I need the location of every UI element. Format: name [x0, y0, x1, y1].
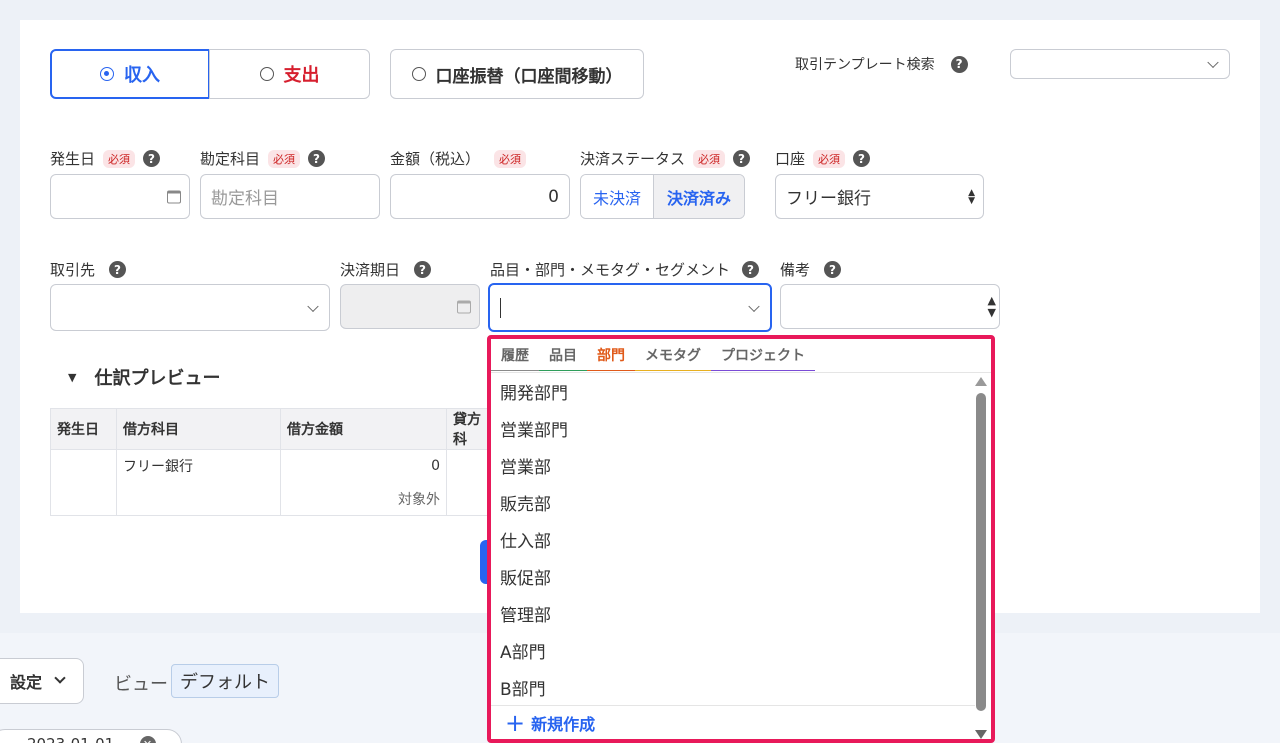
account-input[interactable]: 勘定科目 — [200, 174, 380, 219]
department-list: 開発部門 営業部門 営業部 販売部 仕入部 販促部 管理部 A部門 B部門 — [491, 373, 969, 706]
chevron-down-icon — [1207, 56, 1219, 69]
column-header: 借方科目 — [116, 408, 281, 450]
tab-0[interactable]: 履歴 — [491, 339, 539, 371]
help-icon[interactable]: ? — [950, 55, 968, 73]
list-item[interactable]: B部門 — [491, 669, 969, 706]
date-input[interactable] — [50, 174, 190, 219]
wallet-label: 口座 必須 ? — [775, 148, 871, 169]
scroll-down-icon[interactable] — [975, 730, 987, 739]
list-item[interactable]: 開発部門 — [491, 373, 969, 410]
amount-input[interactable]: 0 — [390, 174, 570, 219]
amount-label: 金額（税込） 必須 — [390, 148, 527, 169]
table-row: フリー銀行 0 — [50, 449, 497, 516]
due-date-input[interactable] — [340, 284, 480, 329]
list-item[interactable]: 管理部 — [491, 595, 969, 632]
expense-tab[interactable]: 支出 — [209, 49, 370, 99]
help-icon[interactable]: ? — [733, 150, 751, 167]
table-cell — [50, 449, 117, 516]
column-header: 借方金額 — [280, 408, 447, 450]
view-label: ビュー — [114, 674, 168, 695]
transfer-tab[interactable]: 口座振替（口座間移動） — [390, 49, 644, 99]
account-label: 勘定科目 必須 ? — [200, 148, 326, 169]
table-cell: 0 — [280, 449, 447, 483]
list-item[interactable]: 仕入部 — [491, 521, 969, 558]
scrollbar[interactable] — [975, 377, 987, 739]
help-icon[interactable]: ? — [109, 261, 127, 278]
dropdown-tabs: 履歴 品目 部門 メモタグ プロジェクト — [491, 339, 815, 371]
list-item[interactable]: A部門 — [491, 632, 969, 669]
template-search-label: 取引テンプレート検索 ? — [795, 54, 968, 74]
plus-icon: + — [505, 708, 526, 737]
radio-checked-icon — [100, 67, 114, 81]
calendar-icon[interactable] — [167, 190, 181, 203]
required-badge: 必須 — [813, 149, 846, 168]
help-icon[interactable]: ? — [853, 150, 871, 167]
column-header: 発生日 — [50, 408, 117, 450]
required-badge: 必須 — [268, 149, 301, 168]
tags-label: 品目・部門・メモタグ・セグメント ? — [490, 259, 760, 280]
partner-select[interactable] — [50, 284, 330, 331]
status-label: 決済ステータス 必須 ? — [580, 148, 751, 169]
help-icon[interactable]: ? — [308, 150, 326, 167]
list-item[interactable]: 営業部 — [491, 447, 969, 484]
memo-label: 備考 ? — [780, 259, 842, 280]
journal-preview-table: 発生日 借方科目 借方金額 貸方科 フリー銀行 0 対象外 — [50, 408, 497, 516]
required-badge: 必須 — [103, 149, 136, 168]
table-cell: 対象外 — [280, 482, 447, 516]
help-icon[interactable]: ? — [742, 261, 760, 278]
memo-textarea[interactable]: ▲ ▼ — [780, 284, 1000, 329]
partner-label: 取引先 ? — [50, 259, 127, 280]
tag-dropdown-panel: 履歴 品目 部門 メモタグ プロジェクト 開発部門 営業部門 営業部 販売部 仕入部 販促部 管理部… — [487, 335, 995, 743]
tab-4[interactable]: プロジェクト — [711, 339, 815, 371]
radio-unchecked-icon — [411, 67, 426, 81]
preview-heading[interactable]: ▼ 仕訳プレビュー — [68, 364, 220, 390]
list-item[interactable]: 販売部 — [491, 484, 969, 521]
due-date-label: 決済期日 ? — [340, 259, 432, 280]
tab-3[interactable]: メモタグ — [635, 339, 711, 371]
calendar-icon — [457, 300, 471, 313]
spinner-arrows-icon[interactable]: ▲ ▼ — [988, 294, 996, 319]
help-icon[interactable]: ? — [824, 261, 842, 278]
date-filter-chip[interactable]: 2023-01-01 ~ ✕ — [0, 729, 182, 743]
tab-1[interactable]: 品目 — [539, 339, 587, 371]
help-icon[interactable]: ? — [143, 150, 161, 167]
unsettled-option[interactable]: 未決済 — [581, 175, 654, 218]
table-cell: フリー銀行 — [116, 449, 281, 483]
create-new-button[interactable]: + 新規作成 — [491, 705, 975, 739]
chevron-down-icon — [54, 672, 66, 684]
help-icon[interactable]: ? — [414, 261, 432, 278]
required-badge: 必須 — [693, 149, 726, 168]
text-cursor — [500, 297, 501, 318]
select-arrows-icon: ▲ ▼ — [968, 187, 975, 206]
wallet-select[interactable]: フリー銀行 ▲ ▼ — [775, 174, 984, 219]
table-row: 対象外 — [51, 482, 497, 516]
template-search-select[interactable] — [1010, 49, 1230, 79]
settings-button[interactable]: 設定 — [0, 658, 84, 704]
view-select[interactable]: デフォルト — [171, 664, 279, 698]
chevron-down-icon — [307, 300, 319, 312]
date-label: 発生日 必須 ? — [50, 148, 161, 169]
required-badge: 必須 — [494, 149, 527, 168]
clear-icon[interactable]: ✕ — [139, 736, 156, 743]
table-header-row: 発生日 借方科目 借方金額 貸方科 — [50, 408, 497, 450]
tags-search-input[interactable] — [488, 283, 772, 332]
list-item[interactable]: 営業部門 — [491, 410, 969, 447]
settlement-status-toggle: 未決済 決済済み — [580, 174, 745, 219]
caret-down-icon: ▼ — [68, 370, 77, 384]
tab-2[interactable]: 部門 — [587, 339, 635, 371]
settled-option[interactable]: 決済済み — [653, 175, 744, 218]
list-item[interactable]: 販促部 — [491, 558, 969, 595]
scroll-up-icon[interactable] — [975, 377, 987, 386]
income-tab[interactable]: 収入 — [50, 49, 210, 99]
table-cell — [116, 482, 281, 516]
chevron-down-icon — [748, 300, 760, 312]
scrollbar-thumb[interactable] — [976, 393, 986, 711]
radio-unchecked-icon — [259, 67, 274, 81]
